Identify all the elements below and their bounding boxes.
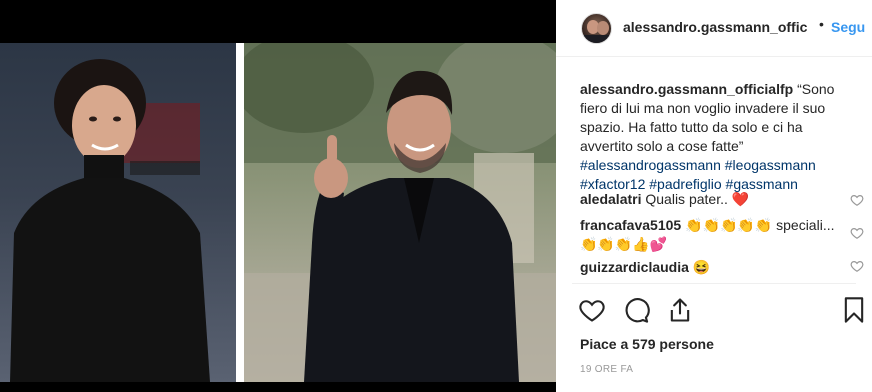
post-header: alessandro.gassmann_offic • Segu <box>556 0 872 57</box>
share-icon[interactable] <box>666 296 694 324</box>
post-timestamp[interactable]: 19 ORE FA <box>580 364 633 375</box>
avatar[interactable] <box>581 13 612 44</box>
comment-like-icon[interactable] <box>850 259 864 273</box>
heart-icon[interactable] <box>578 296 606 324</box>
comment-icon[interactable] <box>622 296 650 324</box>
actions-divider <box>572 283 856 284</box>
comment-item: aledalatri Qualis pater.. ❤️ <box>580 190 850 209</box>
comment-text: Qualis pater.. ❤️ <box>641 191 750 207</box>
post-caption: alessandro.gassmann_officialfp “Sono fie… <box>580 80 850 194</box>
bookmark-icon[interactable] <box>840 296 868 324</box>
author-username[interactable]: alessandro.gassmann_offic <box>623 19 807 35</box>
follow-button[interactable]: Segu <box>831 19 865 35</box>
photo-young-man <box>0 43 236 382</box>
photo-young-man-illustration <box>10 59 210 382</box>
post-panel: alessandro.gassmann_offic • Segu alessan… <box>556 0 872 392</box>
comment-username[interactable]: guizzardiclaudia <box>580 259 689 275</box>
comment-like-icon[interactable] <box>850 226 864 240</box>
caption-hashtags[interactable]: #alessandrogassmann #leogassmann #xfacto… <box>580 156 850 194</box>
photo-man-illustration <box>244 43 556 382</box>
likes-count[interactable]: Piace a 579 persone <box>580 336 714 352</box>
comment-text: 😆 <box>688 259 711 275</box>
comment-like-icon[interactable] <box>850 193 864 207</box>
photo-man-thumbs-up <box>244 43 556 382</box>
comment-item: guizzardiclaudia 😆 <box>580 258 850 277</box>
caption-username[interactable]: alessandro.gassmann_officialfp <box>580 81 793 97</box>
comment-username[interactable]: aledalatri <box>580 191 641 207</box>
comment-item: francafava5105 👏👏👏👏👏 speciali...👏👏👏👍💕 <box>580 216 850 254</box>
avatar-image <box>584 20 611 43</box>
photo-divider <box>236 43 244 382</box>
comment-username[interactable]: francafava5105 <box>580 217 681 233</box>
header-separator: • <box>819 16 824 32</box>
post-media[interactable] <box>0 0 556 392</box>
